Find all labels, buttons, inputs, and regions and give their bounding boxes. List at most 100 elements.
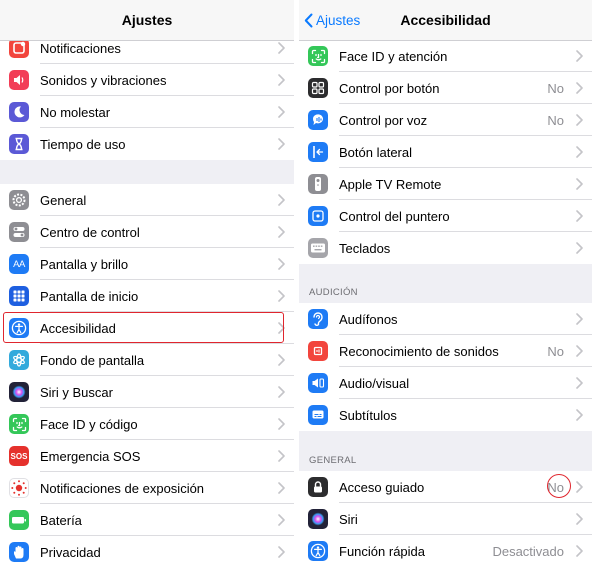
chevron-right-icon: [575, 50, 583, 62]
settings-group-notifications: Notificaciones Sonidos y vibraciones No mo…: [0, 32, 294, 160]
chevron-right-icon: [575, 377, 583, 389]
settings-row-apple-tv-remote[interactable]: Apple TV Remote: [299, 168, 592, 200]
siri-icon: [9, 382, 29, 402]
row-value: Desactivado: [492, 543, 564, 559]
toggles-icon: [9, 222, 29, 242]
settings-row-fondo-de-pantalla[interactable]: Fondo de pantalla: [0, 344, 294, 376]
back-button-label: Ajustes: [316, 12, 361, 28]
lock-icon: [308, 477, 328, 497]
chevron-right-icon: [277, 482, 285, 494]
row-label: Fondo de pantalla: [40, 352, 145, 368]
chevron-right-icon: [575, 178, 583, 190]
settings-row-teclados[interactable]: Teclados: [299, 232, 592, 264]
settings-row-bateria[interactable]: Batería: [0, 504, 294, 536]
row-label: Siri y Buscar: [40, 384, 113, 400]
row-label: Pantalla de inicio: [40, 288, 139, 304]
subtitles-icon: [308, 405, 328, 425]
settings-row-emergencia-sos[interactable]: SOS Emergencia SOS: [0, 440, 294, 472]
chevron-right-icon: [575, 481, 583, 493]
settings-row-pantalla-y-brillo[interactable]: AA Pantalla y brillo: [0, 248, 294, 280]
row-label: Audífonos: [339, 311, 398, 327]
row-label: Audio/visual: [339, 375, 410, 391]
chevron-right-icon: [277, 546, 285, 558]
section-header-hearing: AUDICIÓN: [309, 287, 358, 298]
accessibility-group-general: Acceso guiado No Siri Función rápida Desacti…: [299, 471, 592, 566]
row-label: Batería: [40, 512, 82, 528]
page-title: Accesibilidad: [400, 12, 491, 28]
section-header-general: GENERAL: [309, 455, 357, 466]
settings-row-boton-lateral[interactable]: Botón lateral: [299, 136, 592, 168]
settings-panel: Notificaciones Sonidos y vibraciones No mo…: [0, 0, 294, 566]
settings-row-subtitulos[interactable]: Subtítulos: [299, 399, 592, 431]
settings-row-face-id-y-codigo[interactable]: Face ID y código: [0, 408, 294, 440]
switch-control-icon: [308, 78, 328, 98]
pointer-icon: [308, 206, 328, 226]
voice-control-icon: [308, 110, 328, 130]
settings-row-no-molestar[interactable]: No molestar: [0, 96, 294, 128]
row-label: Face ID y atención: [339, 48, 448, 64]
row-value: No: [547, 343, 564, 359]
chevron-right-icon: [277, 290, 285, 302]
settings-row-audifonos[interactable]: Audífonos: [299, 303, 592, 335]
row-label: Accesibilidad: [40, 320, 116, 336]
row-value: No: [547, 479, 564, 495]
settings-row-centro-de-control[interactable]: Centro de control: [0, 216, 294, 248]
accessibility-panel: Face ID y atención Control por botón No Con…: [299, 0, 592, 566]
sounds-icon: [9, 70, 29, 90]
chevron-right-icon: [575, 545, 583, 557]
settings-row-siri-y-buscar[interactable]: Siri y Buscar: [0, 376, 294, 408]
hand-icon: [9, 542, 29, 562]
chevron-right-icon: [575, 313, 583, 325]
settings-row-general[interactable]: General: [0, 184, 294, 216]
exposure-icon: [9, 478, 29, 498]
page-title: Ajustes: [121, 12, 173, 28]
row-label: Subtítulos: [339, 407, 397, 423]
settings-row-privacidad[interactable]: Privacidad: [0, 536, 294, 566]
accessibility-icon: [9, 318, 29, 338]
remote-icon: [308, 174, 328, 194]
settings-row-audio-visual[interactable]: Audio/visual: [299, 367, 592, 399]
chevron-right-icon: [277, 386, 285, 398]
row-label: Face ID y código: [40, 416, 138, 432]
chevron-right-icon: [277, 106, 285, 118]
battery-icon: [9, 510, 29, 530]
settings-row-control-del-puntero[interactable]: Control del puntero: [299, 200, 592, 232]
settings-row-accesibilidad[interactable]: Accesibilidad: [0, 312, 294, 344]
back-button[interactable]: Ajustes: [304, 0, 360, 40]
chevron-right-icon: [277, 226, 285, 238]
settings-row-control-por-voz[interactable]: Control por voz No: [299, 104, 592, 136]
chevron-right-icon: [575, 210, 583, 222]
settings-row-face-id-y-atencion[interactable]: Face ID y atención: [299, 40, 592, 72]
chevron-right-icon: [575, 513, 583, 525]
accessibility-group-hearing: Audífonos Reconocimiento de sonidos No Audi…: [299, 303, 592, 431]
chevron-right-icon: [277, 194, 285, 206]
settings-row-control-por-boton[interactable]: Control por botón No: [299, 72, 592, 104]
row-label: Función rápida: [339, 543, 425, 559]
row-value: No: [547, 80, 564, 96]
row-label: Reconocimiento de sonidos: [339, 343, 499, 359]
moon-icon: [9, 102, 29, 122]
row-label: Notificaciones de exposición: [40, 480, 205, 496]
chevron-right-icon: [575, 345, 583, 357]
settings-row-pantalla-de-inicio[interactable]: Pantalla de inicio: [0, 280, 294, 312]
notifications-icon: [9, 38, 29, 58]
ear-icon: [308, 309, 328, 329]
chevron-right-icon: [575, 82, 583, 94]
settings-row-acceso-guiado[interactable]: Acceso guiado No: [299, 471, 592, 503]
settings-row-notificaciones-de-exposicion[interactable]: Notificaciones de exposición: [0, 472, 294, 504]
accessibility-icon: [308, 541, 328, 561]
chevron-right-icon: [575, 409, 583, 421]
chevron-right-icon: [575, 114, 583, 126]
settings-row-funcion-rapida[interactable]: Función rápida Desactivado: [299, 535, 592, 566]
chevron-right-icon: [277, 42, 285, 54]
home-grid-icon: [9, 286, 29, 306]
settings-row-reconocimiento-de-sonidos[interactable]: Reconocimiento de sonidos No: [299, 335, 592, 367]
row-label: Acceso guiado: [339, 479, 425, 495]
settings-row-sonidos-y-vibraciones[interactable]: Sonidos y vibraciones: [0, 64, 294, 96]
row-label: Tiempo de uso: [40, 136, 126, 152]
chevron-right-icon: [277, 418, 285, 430]
gear-icon: [9, 190, 29, 210]
row-label: Privacidad: [40, 544, 101, 560]
settings-row-tiempo-de-uso[interactable]: Tiempo de uso: [0, 128, 294, 160]
settings-row-siri[interactable]: Siri: [299, 503, 592, 535]
